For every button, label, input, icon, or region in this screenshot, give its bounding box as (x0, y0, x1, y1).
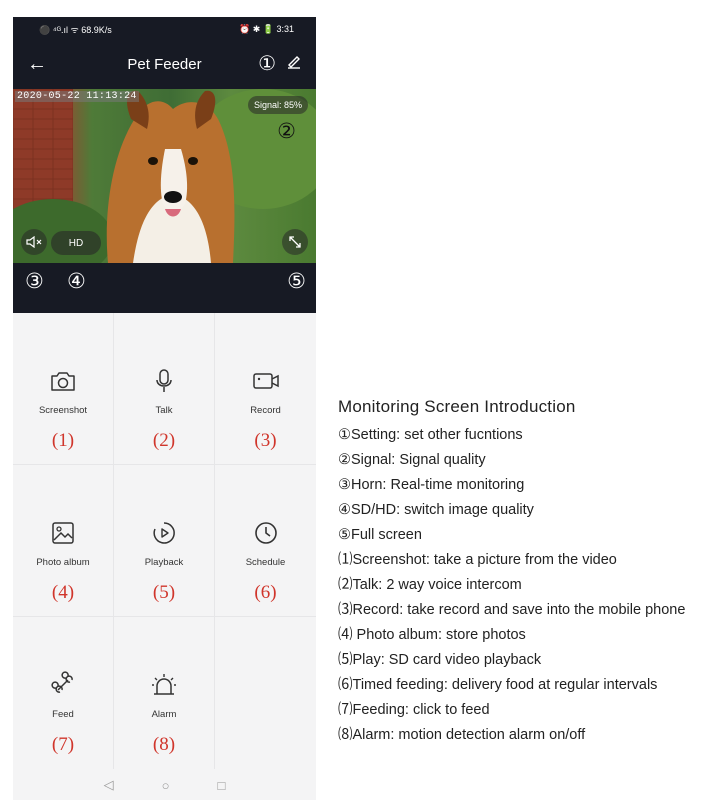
playback-number: (5) (152, 582, 176, 603)
control-strip: ③ ④ ⑤ (13, 263, 316, 313)
signal-badge: Signal: 85% (247, 96, 308, 114)
camera-icon (13, 367, 113, 395)
intro-line-8: ⑶Record: take record and save into the m… (338, 602, 686, 618)
feed-number: (7) (51, 734, 75, 755)
intro-line-9: ⑷ Photo album: store photos (338, 627, 526, 643)
intro-line-13: ⑻Alarm: motion detection alarm on/off (338, 727, 586, 743)
playback-label: Playback (144, 557, 184, 568)
video-timestamp: 2020-05-22 11:13:24 (15, 91, 139, 102)
callout-4: ④ (67, 269, 86, 293)
bone-icon (13, 671, 113, 699)
callout-1: ① (258, 51, 276, 75)
android-nav-bar: ◁ ○ □ (13, 770, 316, 800)
playback-icon (114, 519, 214, 547)
playback-button[interactable]: Playback (5) (114, 465, 215, 617)
intro-line-3: ③Horn: Real-time monitoring (338, 477, 525, 493)
alarm-button[interactable]: Alarm (8) (114, 617, 215, 769)
alarm-icon (114, 671, 214, 699)
photo-album-button[interactable]: Photo album (4) (13, 465, 114, 617)
screenshot-number: (1) (51, 430, 75, 451)
talk-button[interactable]: Talk (2) (114, 313, 215, 465)
feed-button[interactable]: Feed (7) (13, 617, 114, 769)
callout-3: ③ (25, 269, 44, 293)
live-video-view[interactable]: 2020-05-22 11:13:24 Signal: 85% ② HD (13, 89, 316, 263)
photo-album-number: (4) (51, 582, 75, 603)
record-button[interactable]: Record (3) (215, 313, 316, 465)
intro-line-12: ⑺Feeding: click to feed (338, 702, 490, 718)
status-right: ⏰ ✱ 🔋 3:31 (239, 23, 294, 34)
introduction-panel: Monitoring Screen Introduction ①Setting:… (338, 397, 703, 748)
schedule-label: Schedule (245, 557, 286, 568)
intro-line-1: ①Setting: set other fucntions (338, 427, 523, 443)
microphone-icon (114, 367, 214, 395)
nav-back-icon[interactable]: ◁ (104, 777, 114, 793)
hd-toggle-button[interactable]: HD (51, 231, 101, 255)
schedule-button[interactable]: Schedule (6) (215, 465, 316, 617)
fullscreen-icon[interactable] (282, 229, 308, 255)
record-number: (3) (254, 430, 277, 451)
app-bar: ← Pet Feeder ① (13, 41, 316, 89)
alarm-number: (8) (152, 734, 176, 755)
nav-recents-icon[interactable]: □ (218, 778, 226, 793)
intro-line-7: ⑵Talk: 2 way voice intercom (338, 577, 522, 593)
photo-album-label: Photo album (36, 557, 90, 568)
alarm-label: Alarm (151, 709, 177, 720)
talk-label: Talk (155, 405, 173, 416)
introduction-title: Monitoring Screen Introduction (338, 397, 576, 416)
image-icon (13, 519, 113, 547)
edit-settings-icon[interactable] (286, 55, 302, 74)
talk-number: (2) (152, 430, 176, 451)
screenshot-label: Screenshot (38, 405, 88, 416)
intro-line-4: ④SD/HD: switch image quality (338, 502, 534, 518)
mute-speaker-icon[interactable] (21, 229, 47, 255)
schedule-number: (6) (254, 582, 277, 603)
feature-grid: Screenshot (1) Talk (2) Record (3) Photo… (13, 313, 316, 770)
intro-line-10: ⑸Play: SD card video playback (338, 652, 542, 668)
record-label: Record (250, 405, 281, 416)
nav-home-icon[interactable]: ○ (162, 778, 170, 793)
intro-line-6: ⑴Screenshot: take a picture from the vid… (338, 552, 617, 568)
phone-screenshot: ⚫ ⁴ᴳ.ıl ᯤ 68.9K/s ⏰ ✱ 🔋 3:31 ← Pet Feede… (13, 17, 316, 800)
callout-5: ⑤ (287, 269, 306, 293)
clock-icon (215, 519, 316, 547)
intro-line-2: ②Signal: Signal quality (338, 452, 486, 468)
screenshot-button[interactable]: Screenshot (1) (13, 313, 114, 465)
video-camera-icon (215, 367, 316, 395)
status-bar: ⚫ ⁴ᴳ.ıl ᯤ 68.9K/s ⏰ ✱ 🔋 3:31 (13, 17, 316, 41)
feed-label: Feed (52, 709, 74, 720)
intro-line-11: ⑹Timed feeding: delivery food at regular… (338, 677, 658, 693)
intro-line-5: ⑤Full screen (338, 527, 422, 543)
callout-2: ② (277, 119, 296, 143)
status-left: ⚫ ⁴ᴳ.ıl ᯤ 68.9K/s (39, 24, 112, 35)
empty-cell (215, 617, 316, 769)
